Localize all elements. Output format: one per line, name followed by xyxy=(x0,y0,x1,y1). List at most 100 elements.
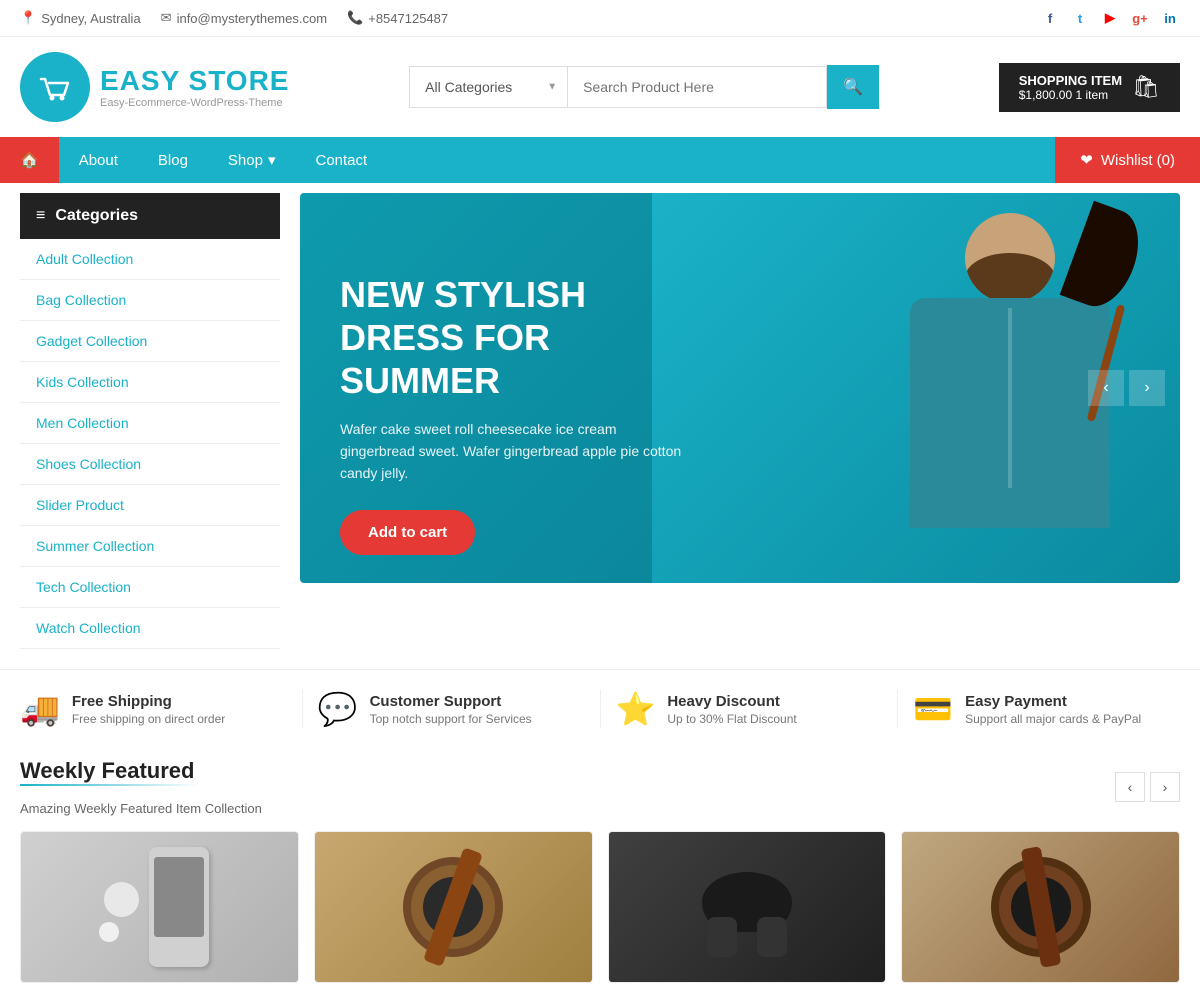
header: EASY STORE Easy-Ecommerce-WordPress-Them… xyxy=(0,37,1200,137)
chevron-down-icon: ▾ xyxy=(268,151,276,169)
nav-home[interactable]: 🏠 xyxy=(0,137,59,183)
sidebar-item-men[interactable]: Men Collection xyxy=(20,403,280,444)
person-hair xyxy=(965,253,1055,303)
product-card-1[interactable] xyxy=(20,831,299,983)
cart-logo-svg xyxy=(33,65,78,110)
email-info: ✉ info@mysterythemes.com xyxy=(161,10,327,26)
search-input[interactable] xyxy=(567,66,827,108)
sidebar-item-bag[interactable]: Bag Collection xyxy=(20,280,280,321)
feature-payment: 💳 Easy Payment Support all major cards &… xyxy=(913,690,1180,728)
logo[interactable]: EASY STORE Easy-Ecommerce-WordPress-Them… xyxy=(20,52,289,122)
product-4-visual xyxy=(971,842,1111,972)
youtube-icon[interactable]: ▶ xyxy=(1100,8,1120,28)
sidebar-item-slider[interactable]: Slider Product xyxy=(20,485,280,526)
sidebar-item-tech[interactable]: Tech Collection xyxy=(20,567,280,608)
feature-payment-text: Easy Payment Support all major cards & P… xyxy=(965,693,1141,726)
product-image-2 xyxy=(315,832,592,982)
social-links: f t ▶ g+ in xyxy=(1040,8,1180,28)
weekly-next-button[interactable]: › xyxy=(1150,772,1180,802)
heart-icon: ❤ xyxy=(1080,151,1093,169)
divider-3 xyxy=(897,690,898,728)
weekly-title: Weekly Featured xyxy=(20,758,262,784)
cart-price: $1,800.00 1 item xyxy=(1019,88,1122,102)
product-image-1 xyxy=(21,832,298,982)
nav-contact[interactable]: Contact xyxy=(296,138,388,183)
feature-discount-text: Heavy Discount Up to 30% Flat Discount xyxy=(667,693,796,726)
main-content: ≡ Categories Adult Collection Bag Collec… xyxy=(0,193,1200,649)
sidebar-item-watch[interactable]: Watch Collection xyxy=(20,608,280,649)
headphone-band xyxy=(702,872,792,932)
product-card-2[interactable] xyxy=(314,831,593,983)
nav-about[interactable]: About xyxy=(59,138,138,183)
product-3-visual xyxy=(677,842,817,972)
logo-icon xyxy=(20,52,90,122)
product-image-3 xyxy=(609,832,886,982)
category-select[interactable]: All Categories Adult Collection Bag Coll… xyxy=(409,66,567,108)
sidebar-item-kids[interactable]: Kids Collection xyxy=(20,362,280,403)
slider-prev-button[interactable]: ‹ xyxy=(1088,370,1124,406)
product-card-3[interactable] xyxy=(608,831,887,983)
slider-next-button[interactable]: › xyxy=(1129,370,1165,406)
phone-text: +8547125487 xyxy=(368,11,448,26)
product-image-4 xyxy=(902,832,1179,982)
sidebar: ≡ Categories Adult Collection Bag Collec… xyxy=(20,193,280,649)
jacket-detail xyxy=(1008,308,1012,488)
wishlist-label: Wishlist (0) xyxy=(1101,152,1175,169)
nav-shop[interactable]: Shop ▾ xyxy=(208,137,296,183)
weekly-arrows: ‹ › xyxy=(1115,772,1180,802)
cart-button[interactable]: SHOPPING ITEM $1,800.00 1 item 🛍 xyxy=(999,63,1180,112)
support-title: Customer Support xyxy=(370,693,532,710)
shipping-icon: 🚚 xyxy=(20,690,60,728)
divider-1 xyxy=(302,690,303,728)
hero-slider: NEW STYLISH DRESS FOR SUMMER Wafer cake … xyxy=(300,193,1180,583)
support-icon: 💬 xyxy=(318,690,358,728)
discount-icon: ⭐ xyxy=(616,690,656,728)
title-underline xyxy=(20,784,200,786)
products-grid xyxy=(20,831,1180,983)
payment-icon: 💳 xyxy=(913,690,953,728)
wishlist-button[interactable]: ❤ Wishlist (0) xyxy=(1055,137,1200,183)
twitter-icon[interactable]: t xyxy=(1070,8,1090,28)
sidebar-item-shoes[interactable]: Shoes Collection xyxy=(20,444,280,485)
sidebar-header: ≡ Categories xyxy=(20,193,280,239)
sidebar-item-gadget[interactable]: Gadget Collection xyxy=(20,321,280,362)
nav-blog[interactable]: Blog xyxy=(138,138,208,183)
weekly-featured-section: Weekly Featured Amazing Weekly Featured … xyxy=(0,748,1200,993)
category-wrapper: All Categories Adult Collection Bag Coll… xyxy=(409,66,567,108)
navigation: 🏠 About Blog Shop ▾ Contact ❤ Wishlist (… xyxy=(0,137,1200,183)
weekly-header: Weekly Featured Amazing Weekly Featured … xyxy=(20,758,1180,816)
headphone-ear-l xyxy=(707,917,737,957)
add-to-cart-button[interactable]: Add to cart xyxy=(340,510,475,555)
feature-shipping-text: Free Shipping Free shipping on direct or… xyxy=(72,693,225,726)
phone-shape xyxy=(149,847,209,967)
feature-support-text: Customer Support Top notch support for S… xyxy=(370,693,532,726)
discount-title: Heavy Discount xyxy=(667,693,796,710)
features-bar: 🚚 Free Shipping Free shipping on direct … xyxy=(0,669,1200,748)
shipping-desc: Free shipping on direct order xyxy=(72,712,225,726)
person-jacket xyxy=(910,298,1110,528)
location-pin-icon: 📍 xyxy=(20,10,36,26)
phone-info: 📞 +8547125487 xyxy=(347,10,448,26)
search-button[interactable]: 🔍 xyxy=(827,65,879,109)
discount-desc: Up to 30% Flat Discount xyxy=(667,712,796,726)
cart-title: SHOPPING ITEM xyxy=(1019,73,1122,88)
product-1-visual xyxy=(99,842,219,972)
google-plus-icon[interactable]: g+ xyxy=(1130,8,1150,28)
facebook-icon[interactable]: f xyxy=(1040,8,1060,28)
sidebar-item-summer[interactable]: Summer Collection xyxy=(20,526,280,567)
email-text: info@mysterythemes.com xyxy=(177,11,327,26)
hero-title: NEW STYLISH DRESS FOR SUMMER xyxy=(340,273,690,403)
store-name: EASY STORE xyxy=(100,65,289,97)
top-bar-left: 📍 Sydney, Australia ✉ info@mysterythemes… xyxy=(20,10,448,26)
linkedin-icon[interactable]: in xyxy=(1160,8,1180,28)
support-desc: Top notch support for Services xyxy=(370,712,532,726)
weekly-prev-button[interactable]: ‹ xyxy=(1115,772,1145,802)
earbud2-shape xyxy=(99,922,119,942)
hero-description: Wafer cake sweet roll cheesecake ice cre… xyxy=(340,418,690,485)
product-card-4[interactable] xyxy=(901,831,1180,983)
sidebar-item-adult[interactable]: Adult Collection xyxy=(20,239,280,280)
location-info: 📍 Sydney, Australia xyxy=(20,10,141,26)
menu-icon: ≡ xyxy=(36,207,45,225)
email-icon: ✉ xyxy=(161,10,172,26)
hero-content: NEW STYLISH DRESS FOR SUMMER Wafer cake … xyxy=(340,273,690,555)
